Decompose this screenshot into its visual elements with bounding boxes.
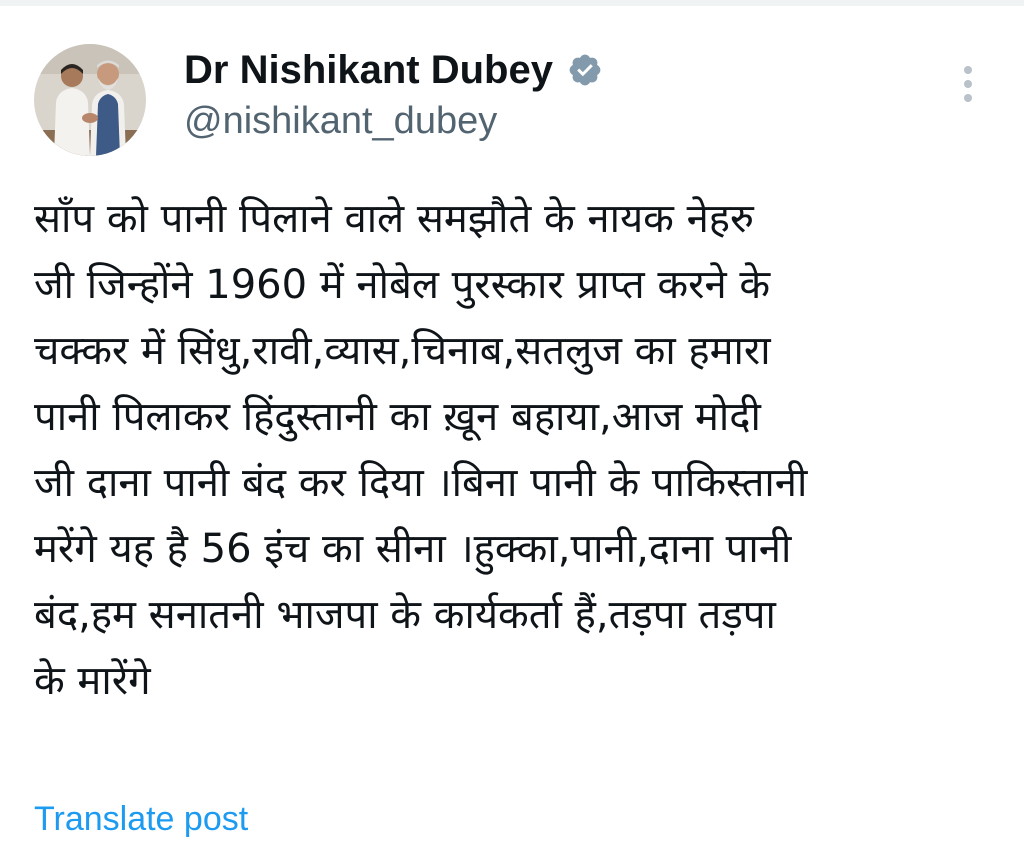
- tweet-line: मरेंगे यह है 56 इंच का सीना ।हुक्का,पानी…: [34, 526, 792, 572]
- verified-badge-icon: [567, 52, 603, 88]
- tweet-line: जी जिन्होंने 1960 में नोबेल पुरस्कार प्र…: [34, 262, 771, 308]
- more-options-button[interactable]: [950, 62, 986, 110]
- tweet-line: जी दाना पानी बंद कर दिया ।बिना पानी के प…: [34, 460, 808, 506]
- avatar[interactable]: [34, 44, 146, 156]
- tweet-line: के मारेंगे: [34, 658, 151, 704]
- tweet-line: पानी पिलाकर हिंदुस्तानी का ख़ून बहाया,आज…: [34, 394, 761, 440]
- tweet-line: बंद,हम सनातनी भाजपा के कार्यकर्ता हैं,तड…: [34, 592, 776, 638]
- translate-post-link[interactable]: Translate post: [34, 800, 248, 839]
- top-divider: [0, 0, 1024, 6]
- tweet-line: चक्कर में सिंधु,रावी,व्यास,चिनाब,सतलुज क…: [34, 328, 771, 374]
- author-name-row: Dr Nishikant Dubey: [184, 44, 603, 96]
- tweet-body: साँप को पानी पिलाने वाले समझौते के नायक …: [34, 186, 994, 714]
- more-vertical-icon: [960, 64, 976, 108]
- author-display-name[interactable]: Dr Nishikant Dubey: [184, 48, 553, 93]
- author-handle[interactable]: @nishikant_dubey: [184, 100, 497, 143]
- tweet-line: साँप को पानी पिलाने वाले समझौते के नायक …: [34, 196, 754, 242]
